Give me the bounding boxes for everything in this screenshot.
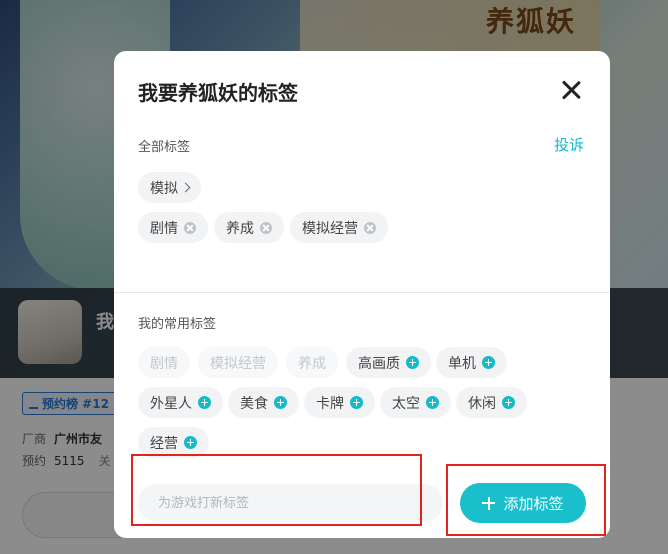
tag-label: 模拟经营	[302, 220, 358, 237]
tag-label: 太空	[392, 395, 420, 412]
close-icon[interactable]	[558, 77, 584, 103]
add-tag-icon	[350, 396, 363, 409]
chevron-right-icon	[180, 182, 191, 193]
tag-removable[interactable]: 养成	[214, 212, 284, 243]
common-tag-addable[interactable]: 卡牌	[304, 387, 375, 418]
common-tag-disabled: 养成	[286, 347, 338, 378]
add-tag-icon	[184, 436, 197, 449]
dialog-title: 我要养狐妖的标签	[138, 81, 298, 105]
add-tag-icon	[198, 396, 211, 409]
add-tag-button[interactable]: 添加标签	[460, 483, 586, 523]
tag-label: 经营	[150, 435, 178, 452]
remove-tag-icon[interactable]	[364, 221, 376, 234]
common-tag-addable[interactable]: 经营	[138, 427, 209, 458]
common-tag-addable[interactable]: 外星人	[138, 387, 223, 418]
tag-expand[interactable]: 模拟	[138, 172, 201, 203]
tag-label: 养成	[298, 355, 326, 372]
common-tag-disabled: 剧情	[138, 347, 190, 378]
tag-label: 休闲	[468, 395, 496, 412]
common-tag-addable[interactable]: 单机	[436, 347, 507, 378]
tag-dialog: 我要养狐妖的标签 全部标签 投诉 模拟 剧情 养成 模拟经营 我的常用标签 剧情…	[114, 51, 610, 538]
add-tag-icon	[274, 396, 287, 409]
tag-label: 高画质	[358, 355, 400, 372]
common-tags-label: 我的常用标签	[138, 317, 217, 332]
tag-label: 剧情	[150, 220, 178, 237]
add-tag-icon	[406, 356, 419, 369]
common-tag-addable[interactable]: 高画质	[346, 347, 431, 378]
tag-removable[interactable]: 剧情	[138, 212, 208, 243]
tag-label: 卡牌	[316, 395, 344, 412]
new-tag-input[interactable]	[138, 484, 443, 522]
tag-label: 单机	[448, 355, 476, 372]
tag-removable[interactable]: 模拟经营	[290, 212, 388, 243]
remove-tag-icon[interactable]	[260, 221, 272, 234]
report-link[interactable]: 投诉	[554, 134, 584, 155]
all-tags-label: 全部标签	[138, 140, 191, 155]
add-tag-icon	[502, 396, 515, 409]
remove-tag-icon[interactable]	[184, 221, 196, 234]
tag-label: 模拟	[150, 180, 178, 197]
add-tag-button-label: 添加标签	[503, 494, 564, 513]
add-tag-icon	[482, 356, 495, 369]
plus-icon	[482, 496, 496, 510]
common-tag-addable[interactable]: 休闲	[456, 387, 527, 418]
section-divider	[114, 292, 610, 293]
tag-label: 模拟经营	[210, 355, 266, 372]
tag-label: 剧情	[150, 355, 178, 372]
tag-label: 美食	[240, 395, 268, 412]
common-tag-addable[interactable]: 太空	[380, 387, 451, 418]
add-tag-icon	[426, 396, 439, 409]
tag-label: 养成	[226, 220, 254, 237]
common-tag-disabled: 模拟经营	[198, 347, 278, 378]
tag-label: 外星人	[150, 395, 192, 412]
common-tag-addable[interactable]: 美食	[228, 387, 299, 418]
